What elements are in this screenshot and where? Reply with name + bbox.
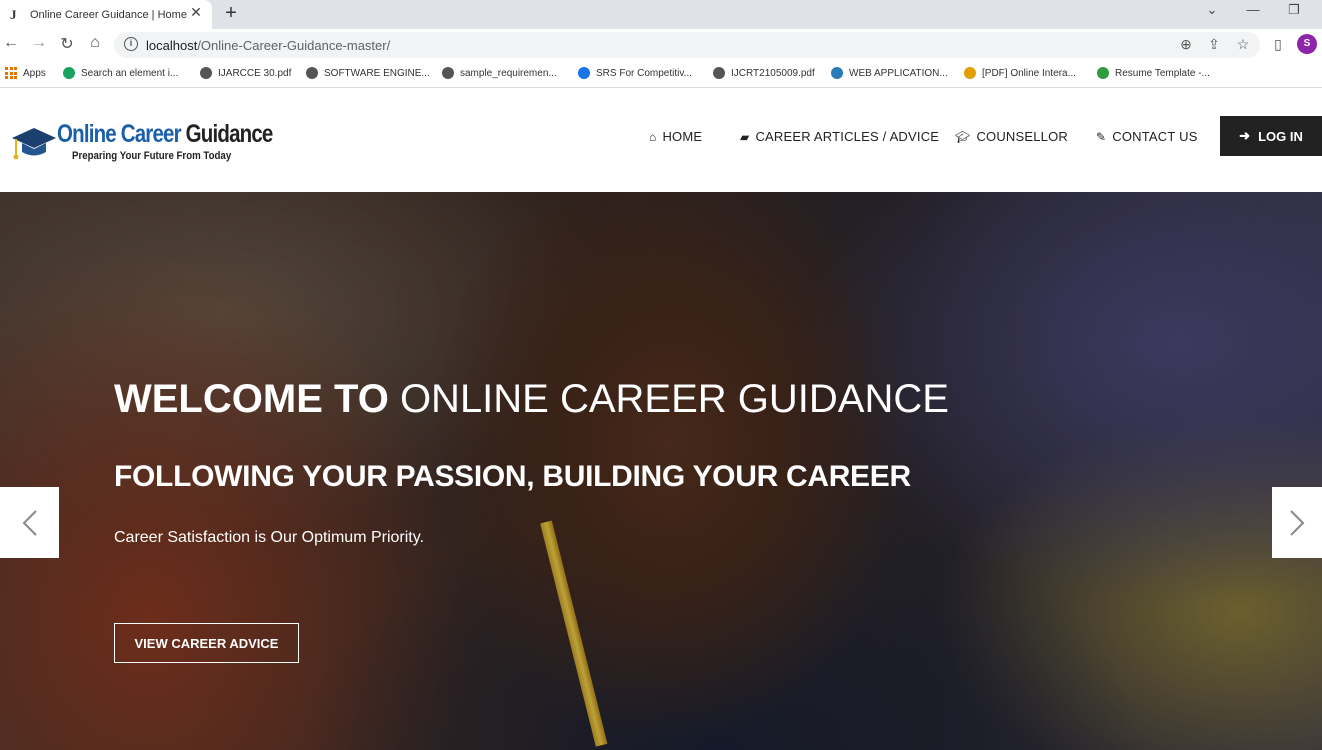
bookmark-label: IJARCCE 30.pdf [218,67,292,79]
nav-contact-us[interactable]: ✎ CONTACT US [1096,129,1198,144]
home-icon[interactable]: ⌂ [84,34,106,52]
url-path: /Online-Career-Guidance-master/ [197,38,391,53]
bookmark-label: WEB APPLICATION... [849,67,948,79]
green-circle-icon [63,67,75,79]
browser-tab[interactable]: J Online Career Guidance | Home ✕ [0,0,212,29]
browser-toolbar: ← → ↻ ⌂ i localhost/Online-Career-Guidan… [0,29,1322,62]
share-icon[interactable]: ⇪ [1204,36,1224,53]
bookmark-item[interactable]: [PDF] Online Intera... [964,67,1076,79]
bookmark-item[interactable]: IJCRT2105009.pdf [713,67,815,79]
globe-icon [200,67,212,79]
bookmarks-bar: Apps Search an element i... IJARCCE 30.p… [0,62,1322,88]
bookmark-label: Search an element i... [81,67,179,79]
bookmark-label: sample_requiremen... [460,67,557,79]
carousel-prev-button[interactable] [0,487,59,558]
nav-home[interactable]: ⌂ HOME [649,129,702,144]
tab-search-icon[interactable]: ⌄ [1200,2,1224,18]
forward-icon[interactable]: → [28,34,50,52]
browser-tabstrip: J Online Career Guidance | Home ✕ + ⌄ — … [0,0,1322,29]
sign-in-icon: ➜ [1239,128,1251,143]
s-icon [578,67,590,79]
bookmark-label: SOFTWARE ENGINE... [324,67,430,79]
hero-title-light: ONLINE CAREER GUIDANCE [399,377,949,421]
globe-icon [306,67,318,79]
logo-text: Online Career Guidance [57,120,273,149]
minimize-icon[interactable]: — [1241,2,1265,17]
restore-icon[interactable]: ❐ [1282,2,1306,18]
nav-career-articles-label: CAREER ARTICLES / ADVICE [755,129,940,144]
book-icon: ▰ [740,129,750,144]
globe-icon [713,67,725,79]
address-bar[interactable]: i localhost/Online-Career-Guidance-maste… [114,32,1260,58]
carousel-next-button[interactable] [1272,487,1322,558]
tab-favicon-icon: J [10,6,17,22]
pdf-icon [964,67,976,79]
tab-close-icon[interactable]: ✕ [186,4,206,21]
nav-counsellor[interactable]: 🎓︎ COUNSELLOR [955,129,1068,144]
zoom-icon[interactable]: ⊕ [1176,36,1196,53]
url-text[interactable]: localhost/Online-Career-Guidance-master/ [146,38,390,53]
logo-text-part2: Guidance [185,120,274,148]
home-icon: ⌂ [649,129,657,144]
login-button[interactable]: ➜ LOG IN [1220,116,1322,156]
bookmark-label: SRS For Competitiv... [596,67,692,79]
info-icon[interactable]: i [124,37,138,51]
reload-icon[interactable]: ↻ [56,34,78,54]
hero-text: Career Satisfaction is Our Optimum Prior… [114,529,425,546]
site-header: Online Career Guidance Preparing Your Fu… [0,90,1322,192]
bookmark-label: IJCRT2105009.pdf [731,67,815,79]
sidepanel-icon[interactable]: ▯ [1268,36,1288,53]
nav-home-label: HOME [662,129,703,144]
profile-avatar[interactable]: S [1297,34,1317,54]
bookmark-apps[interactable]: Apps [5,67,46,79]
bookmark-item[interactable]: IJARCCE 30.pdf [200,67,291,79]
logo-text-part1: Online Career [57,120,182,148]
bookmark-item[interactable]: SOFTWARE ENGINE... [306,67,430,79]
nav-counsellor-label: COUNSELLOR [976,129,1069,144]
url-host: localhost [146,38,198,53]
nav-contact-us-label: CONTACT US [1112,129,1198,144]
star-icon[interactable]: ☆ [1233,36,1253,53]
apps-grid-icon [5,67,17,79]
new-tab-icon[interactable]: + [220,2,242,25]
logo-tagline: Preparing Your Future From Today [72,150,232,162]
edit-icon: ✎ [1096,129,1107,144]
bookmark-label: Resume Template -... [1115,67,1210,79]
chevron-right-icon [1290,509,1305,536]
graduation-cap-logo-icon [12,128,56,160]
login-label: LOG IN [1258,128,1303,144]
nav-career-articles[interactable]: ▰ CAREER ARTICLES / ADVICE [740,129,939,144]
hero-title-strong: WELCOME TO [114,377,389,421]
tab-title: Online Career Guidance | Home [30,8,187,21]
view-career-advice-button[interactable]: VIEW CAREER ADVICE [114,623,299,663]
web-icon [831,67,843,79]
site-logo[interactable]: Online Career Guidance Preparing Your Fu… [12,120,273,164]
bookmark-item[interactable]: sample_requiremen... [442,67,557,79]
back-icon[interactable]: ← [0,34,22,52]
chevron-left-icon [22,509,37,536]
hero-subtitle: FOLLOWING YOUR PASSION, BUILDING YOUR CA… [114,460,911,493]
hero-title: WELCOME TO ONLINE CAREER GUIDANCE [114,377,949,422]
bookmark-label: Apps [23,67,46,79]
hero-carousel: WELCOME TO ONLINE CAREER GUIDANCE FOLLOW… [0,192,1322,750]
bookmark-item[interactable]: SRS For Competitiv... [578,67,692,79]
bookmark-label: [PDF] Online Intera... [982,67,1076,79]
graduation-cap-icon: 🎓︎ [955,129,971,144]
bookmark-item[interactable]: Resume Template -... [1097,67,1210,79]
bookmark-item[interactable]: Search an element i... [63,67,178,79]
resume-icon [1097,67,1109,79]
globe-icon [442,67,454,79]
bookmark-item[interactable]: WEB APPLICATION... [831,67,948,79]
